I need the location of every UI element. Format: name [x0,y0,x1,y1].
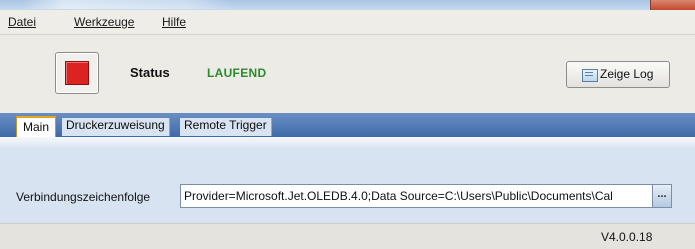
version-label: V4.0.0.18 [601,230,653,244]
browse-button[interactable]: ... [652,185,671,207]
title-bar [0,0,695,10]
menu-datei[interactable]: Datei [8,15,36,29]
connection-string-field[interactable]: Provider=Microsoft.Jet.OLEDB.4.0;Data So… [180,184,672,208]
window-title [22,0,232,9]
status-value: LAUFEND [207,66,267,80]
log-window-icon [582,69,598,82]
tab-remote-trigger[interactable]: Remote Trigger [180,118,272,136]
status-panel: Status LAUFEND Zeige Log [0,35,695,113]
stop-icon [65,61,89,85]
status-footer: V4.0.0.18 [0,223,695,249]
menu-hilfe[interactable]: Hilfe [162,15,186,29]
menu-bar: Datei Werkzeuge Hilfe [0,10,695,35]
connection-string-label: Verbindungszeichenfolge [16,190,151,204]
connection-string-value: Provider=Microsoft.Jet.OLEDB.4.0;Data So… [184,189,613,203]
content-header-gradient [0,137,695,147]
stop-button[interactable] [55,52,99,94]
close-window-button[interactable] [650,0,695,10]
tab-druckerzuweisung[interactable]: Druckerzuweisung [62,118,170,136]
tab-strip: Main Druckerzuweisung Remote Trigger [0,113,695,138]
show-log-label: Zeige Log [600,67,654,81]
show-log-button[interactable]: Zeige Log [566,61,670,88]
menu-werkzeuge[interactable]: Werkzeuge [74,15,134,29]
status-label: Status [130,65,170,80]
tab-main[interactable]: Main [16,116,56,138]
